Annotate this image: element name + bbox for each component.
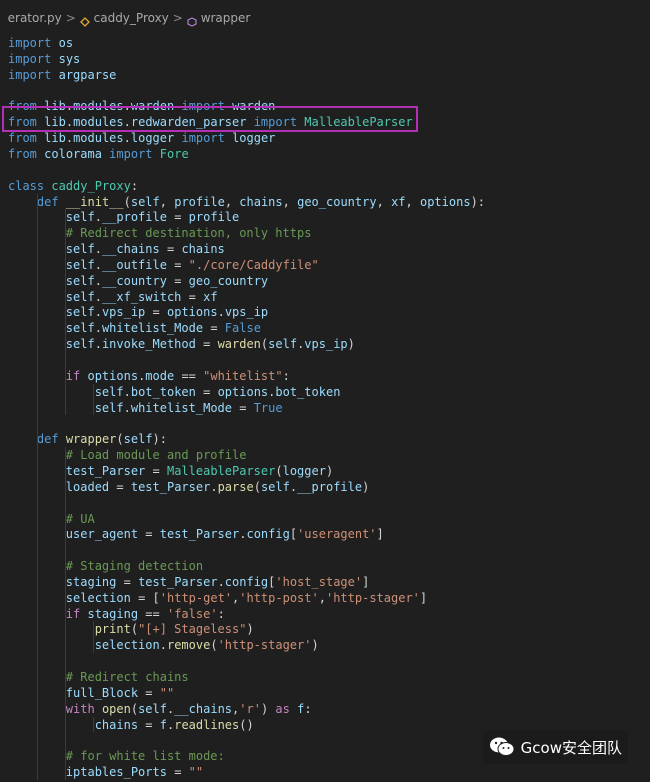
indent-guide [65,209,66,416]
indent-guide [93,716,94,733]
code-line[interactable]: if options.mode == "whitelist": [8,368,290,384]
indent-guide [93,621,94,654]
code-line[interactable]: selection.remove('http-stager') [8,637,319,653]
code-line[interactable]: self.vps_ip = options.vps_ip [8,304,268,320]
code-line[interactable]: staging = test_Parser.config['host_stage… [8,574,370,590]
watermark-text: Gcow安全团队 [520,738,622,757]
code-line[interactable]: import argparse [8,67,116,83]
code-line[interactable]: print("[+] Stageless") [8,621,254,637]
code-line[interactable]: with open(self.__chains,'r') as f: [8,701,312,717]
code-line[interactable]: selection = ['http-get','http-post','htt… [8,590,427,606]
code-line[interactable]: # for white list mode: [8,748,225,764]
indent-guide [37,193,38,780]
highlight-annotation-box [2,106,418,132]
code-line[interactable]: def __init__(self, profile, chains, geo_… [8,194,485,210]
watermark: Gcow安全团队 [482,730,628,764]
code-line[interactable]: self.__country = geo_country [8,273,268,289]
code-line[interactable]: def wrapper(self): [8,431,167,447]
code-line[interactable]: if staging == 'false': [8,606,225,622]
code-line[interactable]: from colorama import Fore [8,146,189,162]
indent-guide [65,447,66,780]
code-line[interactable]: self.bot_token = options.bot_token [8,384,341,400]
code-line[interactable]: # Redirect destination, only https [8,225,312,241]
code-line[interactable]: self.__outfile = "./core/Caddyfile" [8,257,319,273]
indent-guide [93,383,94,416]
code-line[interactable]: # UA [8,511,95,527]
code-line[interactable]: self.whitelist_Mode = False [8,320,261,336]
code-line[interactable]: self.invoke_Method = warden(self.vps_ip) [8,336,355,352]
code-line[interactable]: import os [8,35,73,51]
code-line[interactable]: class caddy_Proxy: [8,178,138,194]
wechat-icon [489,737,515,756]
code-line[interactable]: full_Block = "" [8,685,174,701]
code-line[interactable]: self.whitelist_Mode = True [8,400,283,416]
code-line[interactable]: test_Parser = MalleableParser(logger) [8,463,333,479]
code-line[interactable]: self.__profile = profile [8,209,239,225]
code-line[interactable]: self.__chains = chains [8,241,225,257]
code-line[interactable]: chains = f.readlines() [8,717,254,733]
code-line[interactable]: loaded = test_Parser.parse(self.__profil… [8,479,370,495]
code-line[interactable]: # Load module and profile [8,447,247,463]
code-line[interactable]: self.__xf_switch = xf [8,289,218,305]
code-line[interactable]: from lib.modules.logger import logger [8,130,275,146]
code-line[interactable]: import sys [8,51,80,67]
code-line[interactable]: # Redirect chains [8,669,189,685]
